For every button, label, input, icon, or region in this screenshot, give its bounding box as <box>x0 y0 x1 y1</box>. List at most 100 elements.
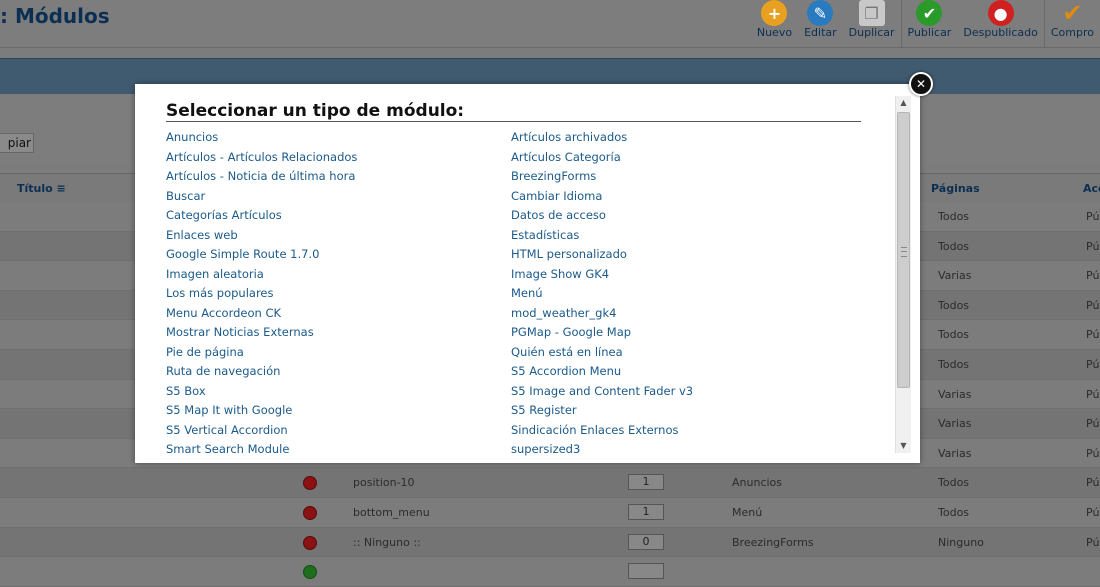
module-type-link[interactable]: Mostrar Noticias Externas <box>166 323 357 343</box>
close-icon: ✕ <box>915 77 927 91</box>
page-title: : Módulos <box>0 4 110 28</box>
scrollbar-thumb[interactable] <box>897 112 910 388</box>
sort-icon: ≡ <box>56 182 66 195</box>
module-type-link[interactable]: supersized3 <box>511 440 693 460</box>
module-type-link[interactable]: S5 Map It with Google <box>166 401 357 421</box>
unpublish-button[interactable]: ● Despublicado <box>957 0 1044 47</box>
duplicate-button[interactable]: ❐ Duplicar <box>843 0 901 47</box>
access-cell: Pú <box>1086 387 1100 401</box>
type-cell: BreezingForms <box>732 535 814 549</box>
module-type-link[interactable]: Pie de página <box>166 343 357 363</box>
checkin-button-label: Compro <box>1050 26 1094 39</box>
checkin-button[interactable]: ✔ Compro <box>1045 0 1100 47</box>
module-type-link[interactable]: Los más populares <box>166 284 357 304</box>
module-type-link[interactable]: mod_weather_gk4 <box>511 304 693 324</box>
position-cell: :: Ninguno :: <box>353 535 421 549</box>
module-type-modal: Seleccionar un tipo de módulo: Anuncios … <box>135 84 920 463</box>
order-input[interactable] <box>628 563 664 580</box>
module-type-link[interactable]: S5 Accordion Menu <box>511 362 693 382</box>
pages-cell: Varias <box>938 446 972 460</box>
check-icon: ✔ <box>916 0 943 26</box>
module-type-link[interactable]: S5 Vertical Accordion <box>166 421 357 441</box>
edit-button[interactable]: ✎ Editar <box>798 0 843 47</box>
position-cell: position-10 <box>353 476 415 490</box>
module-type-link[interactable]: BreezingForms <box>511 167 693 187</box>
type-cell: Menú <box>732 505 763 519</box>
order-input[interactable]: 0 <box>628 533 664 550</box>
new-button-label: Nuevo <box>756 26 793 39</box>
edit-icon: ✎ <box>807 0 834 26</box>
access-cell: Pú <box>1086 357 1100 371</box>
edit-button-label: Editar <box>804 26 837 39</box>
module-type-link[interactable]: S5 Register <box>511 401 693 421</box>
module-type-link[interactable]: PGMap - Google Map <box>511 323 693 343</box>
modal-content: Seleccionar un tipo de módulo: Anuncios … <box>135 84 895 463</box>
unpublish-button-label: Despublicado <box>963 26 1038 39</box>
access-cell: Pú <box>1086 535 1100 549</box>
modal-scrollbar[interactable]: ▲ ▼ <box>895 96 911 453</box>
order-input[interactable]: 1 <box>628 474 664 491</box>
module-type-link[interactable]: Enlaces web <box>166 226 357 246</box>
scroll-down-arrow-icon[interactable]: ▼ <box>896 439 911 453</box>
table-row: bottom_menu 1 Menú Todos Pú <box>0 497 1100 528</box>
module-type-link[interactable]: Artículos Categoría <box>511 148 693 168</box>
unpublished-status-icon[interactable] <box>303 505 317 520</box>
module-type-link[interactable]: Categorías Artículos <box>166 206 357 226</box>
module-type-link[interactable]: S5 Box <box>166 382 357 402</box>
module-type-link[interactable]: HTML personalizado <box>511 245 693 265</box>
module-type-link[interactable]: Cambiar Idioma <box>511 187 693 207</box>
access-cell: Pú <box>1086 298 1100 312</box>
pages-cell: Varias <box>938 269 972 283</box>
order-input[interactable]: 1 <box>628 503 664 520</box>
module-type-link[interactable]: Menu Accordeon CK <box>166 304 357 324</box>
table-row: :: Ninguno :: 0 BreezingForms Ninguno Pú <box>0 527 1100 558</box>
pages-cell: Todos <box>938 357 970 371</box>
access-cell: Pú <box>1086 476 1100 490</box>
clear-filter-button[interactable]: piar <box>0 133 34 153</box>
module-type-link[interactable]: Ruta de navegación <box>166 362 357 382</box>
pages-cell: Todos <box>938 239 970 253</box>
module-type-list-right: Artículos archivados Artículos Categoría… <box>511 128 693 460</box>
module-type-link[interactable]: S5 Image and Content Fader v3 <box>511 382 693 402</box>
module-type-link[interactable]: Anuncios <box>166 128 357 148</box>
module-type-link[interactable]: Quién está en línea <box>511 343 693 363</box>
unpublished-status-icon[interactable] <box>303 476 317 491</box>
pages-cell: Todos <box>938 210 970 223</box>
published-status-icon[interactable] <box>303 565 317 580</box>
pages-cell: Varias <box>938 387 972 401</box>
module-type-link[interactable]: Smart Search Module <box>166 440 357 460</box>
toolbar: + Nuevo ✎ Editar ❐ Duplicar ✔ Publicar ●… <box>751 0 1100 47</box>
module-type-link[interactable]: Artículos archivados <box>511 128 693 148</box>
column-pages-header[interactable]: Páginas <box>931 182 980 195</box>
pages-cell: Todos <box>938 505 970 519</box>
pages-cell: Ninguno <box>938 535 984 549</box>
access-cell: Pú <box>1086 446 1100 460</box>
module-type-link[interactable]: Datos de acceso <box>511 206 693 226</box>
module-type-link[interactable]: Menú <box>511 284 693 304</box>
module-type-link[interactable]: Artículos - Noticia de última hora <box>166 167 357 187</box>
pages-cell: Todos <box>938 476 970 490</box>
unpublish-icon: ● <box>987 0 1014 26</box>
unpublished-status-icon[interactable] <box>303 535 317 550</box>
publish-button-label: Publicar <box>907 26 952 39</box>
checkin-icon: ✔ <box>1062 0 1083 27</box>
module-type-link[interactable]: Imagen aleatoria <box>166 265 357 285</box>
page-header: : Módulos + Nuevo ✎ Editar ❐ Duplicar ✔ … <box>0 0 1100 48</box>
module-type-link[interactable]: Buscar <box>166 187 357 207</box>
module-type-link[interactable]: Estadísticas <box>511 226 693 246</box>
plus-icon: + <box>761 0 788 26</box>
module-type-link[interactable]: Sindicación Enlaces Externos <box>511 421 693 441</box>
table-row: position-10 1 Anuncios Todos Pú <box>0 468 1100 498</box>
duplicate-button-label: Duplicar <box>848 26 895 39</box>
module-type-link[interactable]: Google Simple Route 1.7.0 <box>166 245 357 265</box>
column-title-header[interactable]: Título ≡ <box>17 182 66 195</box>
new-button[interactable]: + Nuevo <box>751 0 798 47</box>
publish-button[interactable]: ✔ Publicar <box>902 0 958 47</box>
close-modal-button[interactable]: ✕ <box>909 72 933 96</box>
column-access-header[interactable]: Acc <box>1083 182 1100 195</box>
module-type-link[interactable]: Image Show GK4 <box>511 265 693 285</box>
module-type-link[interactable]: Artículos - Artículos Relacionados <box>166 148 357 168</box>
access-cell: Pú <box>1086 328 1100 342</box>
scroll-up-arrow-icon[interactable]: ▲ <box>896 96 911 110</box>
type-cell: Anuncios <box>732 476 783 490</box>
